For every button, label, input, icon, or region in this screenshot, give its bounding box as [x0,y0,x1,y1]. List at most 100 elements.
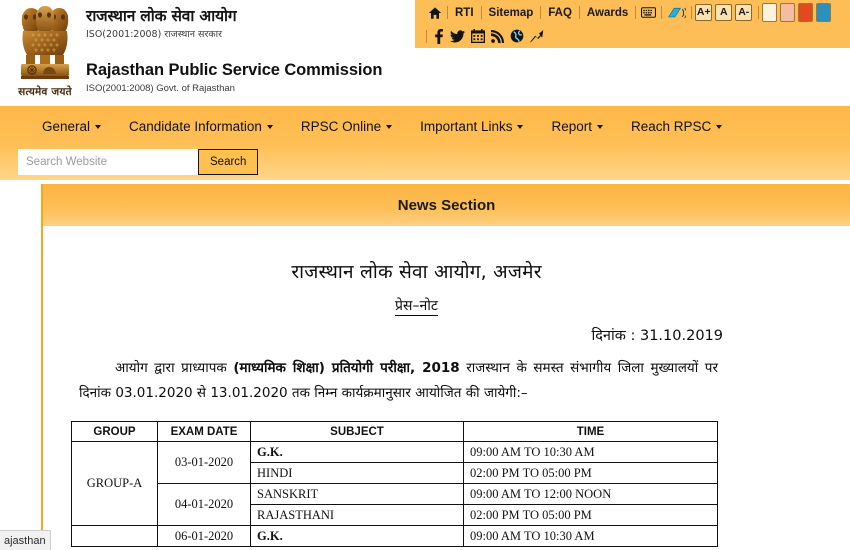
site-title-hindi: राजस्थान लोक सेवा आयोग [86,7,237,25]
schedule-table-wrapper: GROUP EXAM DATE SUBJECT TIME GROUP-A 03-… [43,421,850,547]
para-exam-name: (माध्यमिक शिक्षा) प्रतियोगी परीक्षा, 201… [233,360,460,376]
main-menu: General Candidate Information RPSC Onlin… [0,106,850,146]
document-subheading: प्रेस–नोट [43,296,850,316]
globe-icon[interactable] [510,29,524,43]
menu-item-candidate-information[interactable]: Candidate Information [115,119,287,134]
font-normal-button[interactable]: A [715,4,733,21]
cell-time: 09:00 AM TO 10:30 AM [463,525,718,547]
cell-time: 09:00 AM TO 10:30 AM [463,441,718,463]
cell-subject: G.K. [250,525,464,547]
utility-links-row: RTI Sitemap FAQ Awards A+ A A- [415,0,850,25]
search-input[interactable] [18,149,198,175]
chevron-down-icon [716,125,723,129]
calendar-icon[interactable] [471,29,485,43]
theme-swatch-orange[interactable] [798,3,814,22]
utility-link-sitemap[interactable]: Sitemap [482,7,541,19]
emblem-block: सत्यमेव जयते [14,4,76,102]
cell-exam-date: 06-01-2020 [157,525,251,547]
cell-subject: RAJASTHANI [250,504,464,526]
site-header: सत्यमेव जयते राजस्थान लोक सेवा आयोग ISO(… [0,0,850,106]
sign-language-icon[interactable] [662,6,691,20]
ashoka-emblem-icon [21,6,69,79]
menu-item-label: General [42,118,91,134]
para-part1: आयोग द्वारा प्राध्यापक [115,360,234,376]
menu-item-reach-rpsc[interactable]: Reach RPSC [617,119,736,134]
para-date-to: 13.01.2020 [210,385,288,401]
chevron-down-icon [266,125,273,129]
utility-link-awards[interactable]: Awards [580,7,635,19]
chevron-down-icon [386,125,393,129]
menu-item-report[interactable]: Report [537,119,617,134]
column-header-group: GROUP [71,421,158,442]
font-increase-button[interactable]: A+ [695,4,713,21]
menu-item-label: RPSC Online [300,118,382,134]
font-decrease-button[interactable]: A- [735,4,753,21]
search-button[interactable]: Search [198,149,259,175]
para-part4: तक निम्न कार्यक्रमानुसार आयोजित की जायेग… [287,385,528,401]
theme-swatch-cream[interactable] [762,3,778,22]
news-section-title: News Section [397,196,496,214]
cell-time: 09:00 AM TO 12:00 NOON [463,483,718,505]
browser-status-bar: ajasthan [0,530,51,550]
cell-time: 02:00 PM TO 05:00 PM [463,462,718,484]
para-date-from: 03.01.2020 [115,385,193,401]
rss-icon[interactable] [491,29,504,43]
site-subtitle-hindi: ISO(2001:2008) राजस्थान सरकार [86,29,222,40]
status-bar-text: ajasthan [4,534,46,547]
theme-swatch-blue[interactable] [816,3,832,22]
column-header-time: TIME [463,421,718,442]
para-part3: से [192,385,211,401]
search-row: Search [0,146,850,178]
utility-link-faq[interactable]: FAQ [541,7,579,19]
table-row: 06-01-2020 G.K. 09:00 AM TO 10:30 AM [71,525,718,547]
social-links-row [415,25,850,47]
cell-group: GROUP-A [71,441,158,526]
cell-subject: G.K. [250,441,464,463]
document-date-label: दिनांक : [591,328,636,344]
site-title-block: राजस्थान लोक सेवा आयोग ISO(2001:2008) रा… [86,6,416,95]
column-header-subject: SUBJECT [250,421,464,442]
twitter-icon[interactable] [450,29,465,43]
cell-subject: SANSKRIT [250,483,464,505]
column-header-exam-date: EXAM DATE [157,421,251,442]
site-title-english: Rajasthan Public Service Commission [86,61,383,79]
content-area: News Section राजस्थान लोक सेवा आयोग, अजम… [0,180,850,550]
chevron-down-icon [95,125,102,129]
press-note-document: राजस्थान लोक सेवा आयोग, अजमेर प्रेस–नोट … [43,258,850,547]
main-nav-bar: General Candidate Information RPSC Onlin… [0,106,850,180]
cell-subject: HINDI [250,462,464,484]
pin-icon[interactable] [530,29,544,43]
utility-bar: RTI Sitemap FAQ Awards A+ A A- [415,0,850,48]
news-section-header: News Section [43,184,850,226]
menu-item-general[interactable]: General [28,119,115,134]
facebook-icon[interactable] [433,28,444,44]
document-paragraph: आयोग द्वारा प्राध्यापक (माध्यमिक शिक्षा)… [43,356,850,406]
menu-item-label: Important Links [420,118,513,134]
chevron-down-icon [517,125,524,129]
document-date: दिनांक : 31.10.2019 [43,325,850,345]
keyboard-icon[interactable] [636,7,661,18]
cell-group [71,525,158,547]
table-row: 04-01-2020 SANSKRIT 09:00 AM TO 12:00 NO… [72,483,718,526]
home-icon[interactable] [423,6,447,20]
cell-time: 02:00 PM TO 05:00 PM [463,504,718,526]
menu-item-label: Candidate Information [129,118,262,134]
exam-schedule-table: GROUP EXAM DATE SUBJECT TIME GROUP-A 03-… [71,421,718,547]
utility-link-rti[interactable]: RTI [448,7,481,19]
news-panel: News Section राजस्थान लोक सेवा आयोग, अजम… [41,184,850,550]
menu-item-important-links[interactable]: Important Links [406,119,537,134]
emblem-motto: सत्यमेव जयते [18,86,72,98]
document-subheading-text: प्रेस–नोट [395,298,438,316]
divider [691,6,693,19]
menu-item-rpsc-online[interactable]: RPSC Online [287,119,406,134]
cell-exam-date: 03-01-2020 [157,441,251,484]
menu-item-label: Reach RPSC [631,118,712,134]
menu-item-label: Report [551,118,592,134]
divider [758,6,760,19]
chevron-down-icon [597,125,603,129]
cell-exam-date: 04-01-2020 [157,483,251,526]
table-row: GROUP-A 03-01-2020 G.K. 09:00 AM TO 10:3… [71,441,718,526]
document-date-value: 31.10.2019 [639,328,723,344]
theme-swatch-salmon[interactable] [780,3,796,22]
document-heading: राजस्थान लोक सेवा आयोग, अजमेर [291,261,542,283]
